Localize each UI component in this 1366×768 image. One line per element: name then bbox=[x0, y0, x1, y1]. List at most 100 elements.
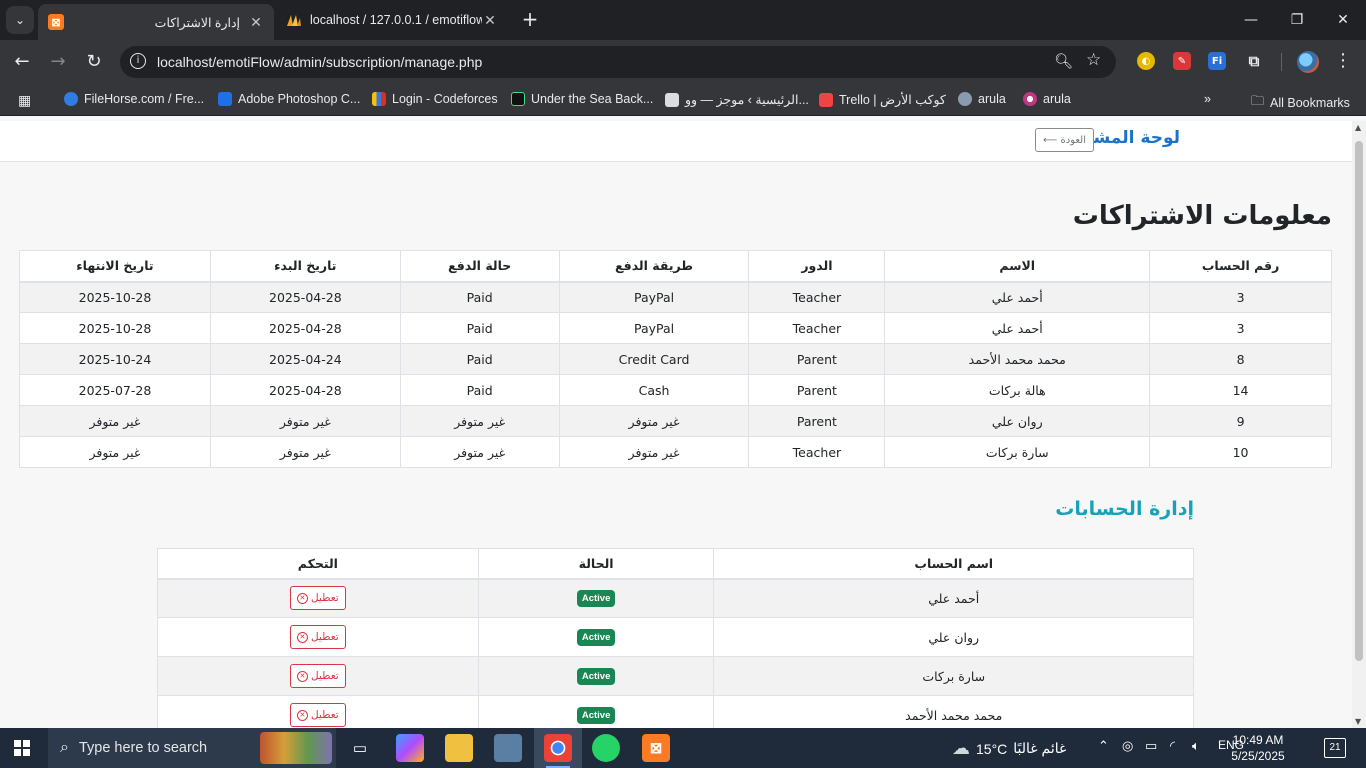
table-cell: 2025-04-28 bbox=[209, 312, 401, 344]
table-row: 3 أحمد علي Teacher PayPal Paid 2025-04-2… bbox=[19, 312, 1332, 344]
clock-date: 5/25/2025 bbox=[1231, 749, 1285, 763]
bookmark-codeforces[interactable]: Login - Codeforces bbox=[372, 92, 498, 106]
table-cell: Teacher bbox=[748, 436, 886, 468]
disable-label: تعطيل bbox=[310, 670, 339, 682]
clock-time: 10:49 AM bbox=[1232, 733, 1284, 747]
menu-dots-icon[interactable]: ⋮ bbox=[1334, 50, 1352, 71]
table-cell: Paid bbox=[399, 343, 560, 375]
bookmark-arula-2[interactable]: arula bbox=[1023, 92, 1071, 106]
clock[interactable]: 10:49 AM 5/25/2025 bbox=[1226, 732, 1290, 764]
back-arrow-icon[interactable]: ← bbox=[10, 50, 34, 74]
scrollbar-thumb[interactable] bbox=[1355, 141, 1363, 661]
account-name: روان علي bbox=[713, 617, 1194, 657]
table-cell: 2025-10-28 bbox=[19, 312, 211, 344]
zoom-icon[interactable]: 🔍︎ bbox=[1054, 52, 1073, 70]
apps-grid-icon[interactable]: ▦ bbox=[18, 92, 31, 109]
weather-desc: غائم غالبًا bbox=[1013, 740, 1067, 756]
xampp-icon: ⊠ bbox=[48, 14, 64, 30]
wifi-icon[interactable]: ◜ bbox=[1170, 738, 1175, 754]
copilot-icon[interactable] bbox=[396, 734, 424, 762]
disable-button[interactable]: تعطيل ✕ bbox=[289, 625, 346, 649]
bookmark-site-icon bbox=[665, 92, 679, 107]
volume-icon[interactable]: 🔈︎ bbox=[1192, 738, 1200, 754]
windows-start-icon[interactable] bbox=[14, 740, 30, 756]
table-cell: غير متوفر bbox=[558, 405, 750, 437]
weather-temp: 15°C bbox=[976, 740, 1008, 757]
status-badge: Active bbox=[576, 668, 616, 685]
table-cell: أحمد علي bbox=[884, 312, 1151, 344]
address-bar[interactable]: i localhost/emotiFlow/admin/subscription… bbox=[120, 46, 1116, 78]
chrome-icon[interactable] bbox=[544, 734, 572, 762]
minimize-icon[interactable]: — bbox=[1228, 0, 1274, 40]
extensions-puzzle-icon[interactable]: ⧉ bbox=[1245, 52, 1263, 70]
chevron-right-icon[interactable]: » bbox=[1204, 92, 1211, 106]
table-row: سارة بركات Active تعطيل ✕ bbox=[157, 656, 1194, 696]
instagram-icon bbox=[1023, 92, 1037, 106]
restore-icon[interactable]: ❐ bbox=[1274, 0, 1320, 40]
disable-button[interactable]: تعطيل ✕ bbox=[289, 586, 346, 611]
window-close-icon[interactable]: ✕ bbox=[1320, 0, 1366, 40]
taskbar: ⌕ Type here to search ▭ ⊠ ☁ 15°C غائم غا… bbox=[0, 728, 1366, 768]
x-circle-icon: ✕ bbox=[296, 631, 308, 643]
status-cell: Active bbox=[477, 578, 715, 618]
scroll-down-icon[interactable]: ▼ bbox=[1355, 717, 1361, 726]
tab-title: localhost / 127.0.0.1 / emotiflow bbox=[310, 13, 482, 27]
table-row: أحمد علي Active تعطيل ✕ bbox=[157, 578, 1194, 618]
task-view-icon[interactable]: ▭ bbox=[346, 734, 374, 762]
table-cell: روان علي bbox=[884, 405, 1151, 437]
status-badge: Active bbox=[576, 707, 616, 724]
scroll-up-icon[interactable]: ▲ bbox=[1355, 123, 1361, 132]
extension-icon[interactable]: ◐ bbox=[1137, 52, 1155, 70]
extension-icon[interactable]: Fi bbox=[1208, 52, 1226, 70]
x-circle-icon: ✕ bbox=[296, 670, 308, 682]
tab-subscriptions[interactable]: ⊠ إدارة الاشتراكات ✕ bbox=[38, 4, 274, 40]
reload-icon[interactable]: ↻ bbox=[82, 50, 106, 74]
table-cell: Teacher bbox=[748, 281, 886, 313]
notifications-icon[interactable]: 21 bbox=[1324, 738, 1346, 758]
webcam-icon[interactable]: ◎ bbox=[1122, 738, 1133, 754]
status-badge: Active bbox=[576, 590, 616, 608]
back-button[interactable]: العودة ⟵ bbox=[1035, 128, 1094, 152]
profile-avatar[interactable] bbox=[1297, 51, 1319, 73]
close-icon[interactable]: ✕ bbox=[482, 12, 498, 29]
browser-toolbar: ← → ↻ i localhost/emotiFlow/admin/subscr… bbox=[0, 40, 1366, 84]
account-name: أحمد علي bbox=[713, 578, 1194, 618]
forward-arrow-icon[interactable]: → bbox=[46, 50, 70, 74]
table-cell: Teacher bbox=[748, 312, 886, 344]
close-icon[interactable]: ✕ bbox=[248, 14, 264, 31]
taskbar-search[interactable]: ⌕ Type here to search bbox=[48, 728, 336, 768]
column-header: حالة الدفع bbox=[399, 250, 560, 283]
tab-strip: ⌄ ⊠ إدارة الاشتراكات ✕ localhost / 127.0… bbox=[0, 0, 1366, 40]
tab-search-button[interactable]: ⌄ bbox=[6, 6, 34, 34]
all-bookmarks[interactable]: 🗀 All Bookmarks bbox=[1251, 92, 1350, 114]
bookmark-star-icon[interactable]: ☆ bbox=[1086, 50, 1101, 70]
whatsapp-icon[interactable] bbox=[592, 734, 620, 762]
url-text[interactable]: localhost/emotiFlow/admin/subscription/m… bbox=[157, 54, 482, 70]
bookmark-arabic-site[interactable]: الرئيسية › موجز — وو... bbox=[665, 92, 809, 107]
tab-phpmyadmin[interactable]: localhost / 127.0.0.1 / emotiflow ✕ bbox=[276, 4, 508, 36]
bookmark-arula-1[interactable]: arula bbox=[958, 92, 1006, 106]
action-cell: تعطيل ✕ bbox=[157, 617, 479, 657]
chevron-up-icon[interactable]: ⌃ bbox=[1098, 738, 1109, 754]
weather-widget[interactable]: ☁ 15°C غائم غالبًا bbox=[952, 738, 1066, 759]
file-explorer-icon[interactable] bbox=[445, 734, 473, 762]
table-cell: Paid bbox=[399, 374, 560, 406]
extension-icon[interactable]: ✎ bbox=[1173, 52, 1191, 70]
table-cell: Parent bbox=[748, 374, 886, 406]
bookmark-trello[interactable]: Trello | كوكب الأرض bbox=[819, 92, 946, 107]
bookmark-photoshop[interactable]: Adobe Photoshop C... bbox=[218, 92, 360, 106]
new-tab-button[interactable]: + bbox=[518, 8, 542, 32]
site-info-icon[interactable]: i bbox=[130, 53, 146, 69]
action-cell: تعطيل ✕ bbox=[157, 578, 479, 618]
xampp-icon[interactable]: ⊠ bbox=[642, 734, 670, 762]
account-name: محمد محمد الأحمد bbox=[713, 695, 1194, 728]
battery-icon[interactable]: ▭ bbox=[1145, 738, 1157, 754]
page-scrollbar[interactable]: ▲ ▼ bbox=[1352, 121, 1366, 728]
admin-navbar: لوحة المشرف العودة ⟵ bbox=[0, 121, 1352, 162]
bookmark-under-the-sea[interactable]: Under the Sea Back... bbox=[511, 92, 653, 106]
app-icon[interactable] bbox=[494, 734, 522, 762]
table-cell: غير متوفر bbox=[19, 436, 211, 468]
bookmark-filehorse[interactable]: FileHorse.com / Fre... bbox=[64, 92, 204, 106]
disable-button[interactable]: تعطيل ✕ bbox=[289, 703, 346, 727]
disable-button[interactable]: تعطيل ✕ bbox=[289, 664, 346, 688]
